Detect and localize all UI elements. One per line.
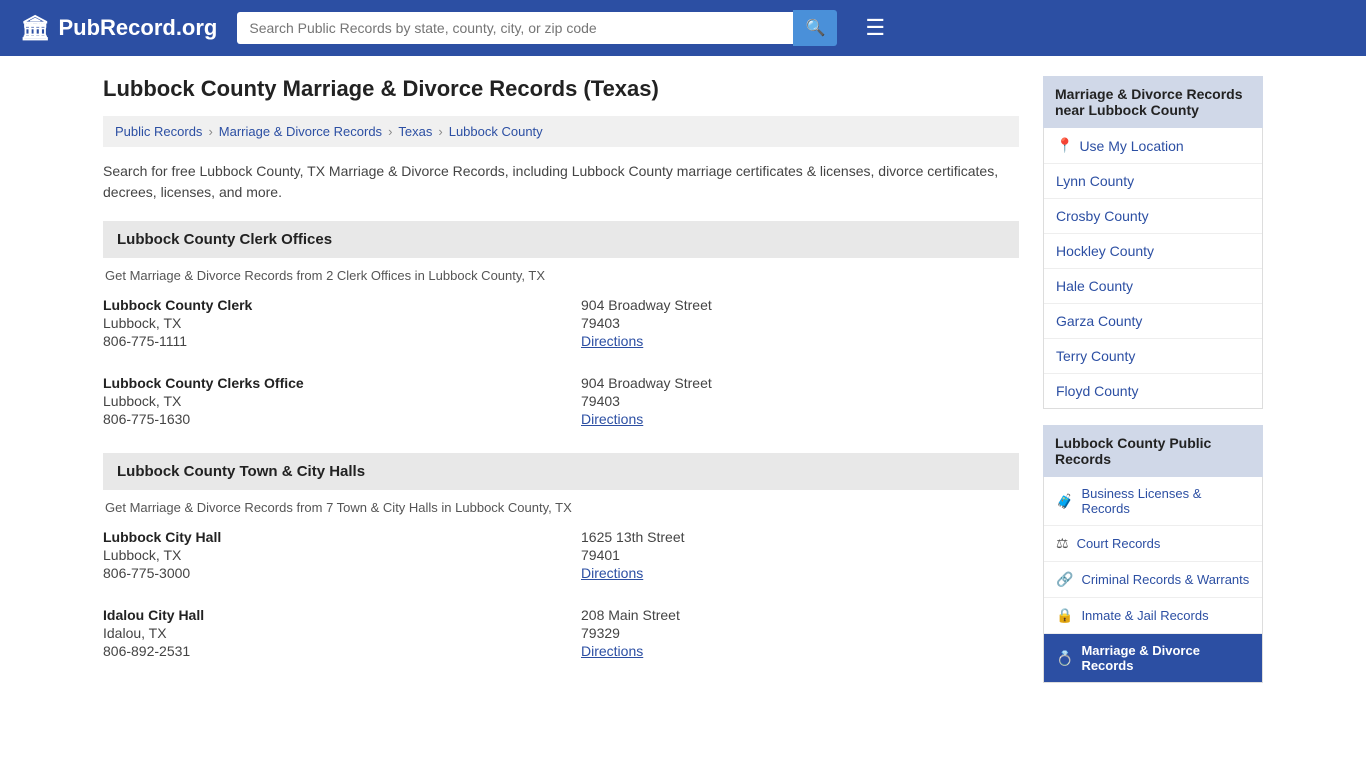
breadcrumb-sep-3: › [438,124,442,139]
office-phone-clerk-2: 806-775-1630 [103,411,541,427]
business-icon: 🧳 [1056,493,1073,510]
office-city-clerk-2: Lubbock, TX [103,393,541,409]
page-description: Search for free Lubbock County, TX Marri… [103,161,1019,203]
marriage-icon: 💍 [1056,650,1073,667]
sidebar-item-terry[interactable]: Terry County [1044,339,1262,374]
cityhall-section-header: Lubbock County Town & City Halls [103,453,1019,490]
office-entry-clerk-1: Lubbock County Clerk Lubbock, TX 806-775… [103,297,1019,355]
page-title: Lubbock County Marriage & Divorce Record… [103,76,1019,102]
sidebar-records-list: 🧳 Business Licenses & Records ⚖ Court Re… [1043,477,1263,683]
sidebar-item-floyd[interactable]: Floyd County [1044,374,1262,408]
sidebar-link-inmate[interactable]: Inmate & Jail Records [1081,608,1208,623]
search-button[interactable]: 🔍 [793,10,837,46]
breadcrumb-link-marriage-records[interactable]: Marriage & Divorce Records [219,124,382,139]
site-header: 🏛 PubRecord.org 🔍 ☰ [0,0,1366,56]
search-bar: 🔍 [237,10,837,46]
office-zip-cityhall-1: 79401 [581,547,1019,563]
breadcrumb: Public Records › Marriage & Divorce Reco… [103,116,1019,147]
sidebar-record-business[interactable]: 🧳 Business Licenses & Records [1044,477,1262,526]
office-entry-cityhall-1: Lubbock City Hall Lubbock, TX 806-775-30… [103,529,1019,587]
sidebar-link-hale[interactable]: Hale County [1056,278,1133,294]
sidebar-item-lynn[interactable]: Lynn County [1044,164,1262,199]
office-zip-clerk-1: 79403 [581,315,1019,331]
sidebar-record-court[interactable]: ⚖ Court Records [1044,526,1262,562]
breadcrumb-link-lubbock[interactable]: Lubbock County [449,124,543,139]
office-address-cityhall-2: 208 Main Street [581,607,1019,623]
breadcrumb-sep-2: › [388,124,392,139]
clerk-section-header: Lubbock County Clerk Offices [103,221,1019,258]
main-container: Lubbock County Marriage & Divorce Record… [83,56,1283,705]
sidebar-link-criminal[interactable]: Criminal Records & Warrants [1081,572,1249,587]
search-input[interactable] [237,12,793,44]
sidebar-record-inmate[interactable]: 🔒 Inmate & Jail Records [1044,598,1262,634]
office-address-clerk-2: 904 Broadway Street [581,375,1019,391]
breadcrumb-link-public-records[interactable]: Public Records [115,124,202,139]
office-city-cityhall-1: Lubbock, TX [103,547,541,563]
sidebar: Marriage & Divorce Records near Lubbock … [1043,76,1263,685]
sidebar-link-terry[interactable]: Terry County [1056,348,1135,364]
hamburger-button[interactable]: ☰ [857,11,893,45]
office-name-cityhall-2: Idalou City Hall [103,607,541,623]
sidebar-item-hale[interactable]: Hale County [1044,269,1262,304]
sidebar-item-garza[interactable]: Garza County [1044,304,1262,339]
location-icon: 📍 [1056,137,1073,154]
clerk-section-desc: Get Marriage & Divorce Records from 2 Cl… [103,268,1019,283]
directions-link-cityhall-2[interactable]: Directions [581,643,643,659]
office-name-clerk-2: Lubbock County Clerks Office [103,375,541,391]
directions-link-cityhall-1[interactable]: Directions [581,565,643,581]
office-zip-cityhall-2: 79329 [581,625,1019,641]
court-icon: ⚖ [1056,535,1069,552]
office-phone-cityhall-1: 806-775-3000 [103,565,541,581]
sidebar-link-business[interactable]: Business Licenses & Records [1081,486,1250,516]
office-phone-cityhall-2: 806-892-2531 [103,643,541,659]
site-logo[interactable]: 🏛 PubRecord.org [20,14,217,43]
sidebar-link-lynn[interactable]: Lynn County [1056,173,1134,189]
office-zip-clerk-2: 79403 [581,393,1019,409]
inmate-icon: 🔒 [1056,607,1073,624]
sidebar-record-criminal[interactable]: 🔗 Criminal Records & Warrants [1044,562,1262,598]
sidebar-link-floyd[interactable]: Floyd County [1056,383,1138,399]
office-city-cityhall-2: Idalou, TX [103,625,541,641]
office-address-cityhall-1: 1625 13th Street [581,529,1019,545]
directions-link-clerk-2[interactable]: Directions [581,411,643,427]
sidebar-nearby-list: 📍 Use My Location Lynn County Crosby Cou… [1043,128,1263,409]
sidebar-link-garza[interactable]: Garza County [1056,313,1142,329]
office-entry-cityhall-2: Idalou City Hall Idalou, TX 806-892-2531… [103,607,1019,665]
sidebar-item-crosby[interactable]: Crosby County [1044,199,1262,234]
office-name-cityhall-1: Lubbock City Hall [103,529,541,545]
sidebar-link-hockley[interactable]: Hockley County [1056,243,1154,259]
sidebar-link-crosby[interactable]: Crosby County [1056,208,1149,224]
sidebar-item-use-location[interactable]: 📍 Use My Location [1044,128,1262,164]
directions-link-clerk-1[interactable]: Directions [581,333,643,349]
sidebar-item-hockley[interactable]: Hockley County [1044,234,1262,269]
office-entry-clerk-2: Lubbock County Clerks Office Lubbock, TX… [103,375,1019,433]
sidebar-record-marriage[interactable]: 💍 Marriage & Divorce Records [1044,634,1262,682]
sidebar-nearby-header: Marriage & Divorce Records near Lubbock … [1043,76,1263,128]
office-phone-clerk-1: 806-775-1111 [103,333,541,349]
logo-text: PubRecord.org [58,15,217,41]
use-location-label: Use My Location [1079,138,1183,154]
cityhall-section-desc: Get Marriage & Divorce Records from 7 To… [103,500,1019,515]
sidebar-link-court[interactable]: Court Records [1077,536,1161,551]
sidebar-link-marriage[interactable]: Marriage & Divorce Records [1081,643,1250,673]
sidebar-public-records-header: Lubbock County Public Records [1043,425,1263,477]
office-city-clerk-1: Lubbock, TX [103,315,541,331]
criminal-icon: 🔗 [1056,571,1073,588]
logo-icon: 🏛 [20,14,50,43]
content-area: Lubbock County Marriage & Divorce Record… [103,76,1019,685]
office-name-clerk-1: Lubbock County Clerk [103,297,541,313]
office-address-clerk-1: 904 Broadway Street [581,297,1019,313]
breadcrumb-sep-1: › [208,124,212,139]
breadcrumb-link-texas[interactable]: Texas [398,124,432,139]
